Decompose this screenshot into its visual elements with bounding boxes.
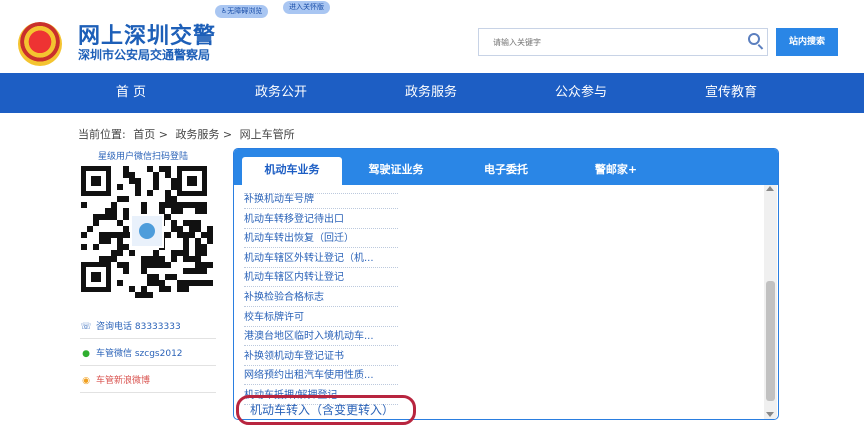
qr-module: [201, 268, 207, 274]
list-item[interactable]: 港澳台地区临时入境机动车...: [244, 328, 398, 347]
vehicle-wechat-text: 车管微信 szcgs2012: [96, 349, 183, 359]
qr-module: [135, 190, 141, 196]
care-mode-button[interactable]: 进入关怀版: [283, 1, 330, 14]
breadcrumb: 当前位置: 首页 > 政务服务 > 网上车管所: [78, 126, 299, 142]
nav-gov-services[interactable]: 政务服务: [366, 73, 496, 113]
list-item[interactable]: 补换检验合格标志: [244, 289, 398, 307]
tab-vehicle[interactable]: 机动车业务: [242, 157, 342, 185]
list-item[interactable]: 机动车转出恢复（回迁）: [244, 230, 398, 249]
qr-finder-pattern: [177, 166, 207, 196]
qr-module: [201, 208, 207, 214]
tab-license[interactable]: 驾驶证业务: [346, 157, 446, 183]
vehicle-wechat: ● 车管微信 szcgs2012: [80, 343, 216, 366]
scroll-thumb[interactable]: [766, 281, 775, 401]
qr-module: [117, 250, 123, 256]
tab-e-entrust[interactable]: 电子委托: [456, 157, 556, 183]
qr-module: [129, 250, 135, 256]
qr-module: [87, 226, 93, 232]
qr-module: [81, 244, 87, 250]
weibo-icon: ◉: [82, 376, 90, 386]
search-input[interactable]: [478, 28, 768, 56]
qr-module: [201, 250, 207, 256]
list-item[interactable]: 网络预约出租汽车使用性质...: [244, 367, 398, 386]
qr-module: [123, 214, 129, 220]
qr-module: [207, 238, 213, 244]
qr-module: [117, 184, 123, 190]
list-item-vehicle-transfer-in[interactable]: 机动车转入（含变更转入）: [250, 401, 394, 418]
qr-module: [123, 196, 129, 202]
qr-module: [93, 220, 99, 226]
qr-module: [105, 238, 111, 244]
nav-gov-affairs[interactable]: 政务公开: [216, 73, 346, 113]
qr-module: [123, 268, 129, 274]
accessibility-button[interactable]: ♿无障碍浏览: [215, 5, 269, 18]
main-nav: 首 页 政务公开 政务服务 公众参与 宣传教育: [0, 73, 864, 113]
list-item[interactable]: 机动车转移登记待出口: [244, 211, 398, 229]
qr-module: [147, 190, 153, 196]
service-tabs: 机动车业务 驾驶证业务 电子委托 警邮家+: [234, 149, 778, 185]
accessibility-label: 无障碍浏览: [227, 7, 263, 15]
breadcrumb-home[interactable]: 首页 >: [133, 128, 168, 141]
qr-module: [165, 232, 171, 238]
qr-module: [165, 262, 171, 268]
vehicle-weibo-link[interactable]: ◉ 车管新浪微博: [80, 370, 216, 393]
nav-publicity[interactable]: 宣传教育: [666, 73, 796, 113]
qr-module: [93, 244, 99, 250]
breadcrumb-services[interactable]: 政务服务 >: [175, 128, 232, 141]
nav-home[interactable]: 首 页: [66, 73, 196, 113]
service-list: 补换机动车号牌 机动车转移登记待出口 机动车转出恢复（回迁） 机动车辖区外转让登记（机…: [234, 185, 764, 419]
qr-module: [177, 208, 183, 214]
tab-police-post[interactable]: 警邮家+: [566, 157, 666, 183]
qr-caption: 星级用户微信扫码登陆: [98, 152, 189, 162]
service-panel: 机动车业务 驾驶证业务 电子委托 警邮家+ 补换机动车号牌 机动车转移登记待出口机…: [233, 148, 779, 420]
phone-icon: ☏: [80, 322, 92, 332]
breadcrumb-label: 当前位置:: [78, 128, 126, 141]
qr-center-logo: [130, 214, 164, 248]
scroll-down-arrow-icon[interactable]: [766, 412, 774, 417]
qr-module: [171, 256, 177, 262]
consult-phone: ☏ 咨询电话 83333333: [80, 316, 216, 339]
qr-finder-pattern: [81, 262, 111, 292]
site-search-button[interactable]: 站内搜索: [776, 28, 838, 56]
qr-module: [183, 286, 189, 292]
list-item[interactable]: 校车标牌许可: [244, 309, 398, 327]
qr-module: [147, 292, 153, 298]
consult-phone-text: 咨询电话 83333333: [96, 322, 181, 332]
qr-module: [117, 280, 123, 286]
police-emblem-logo: [18, 22, 62, 66]
qr-module: [81, 232, 87, 238]
wechat-icon: ●: [82, 349, 90, 359]
qr-module: [81, 202, 87, 208]
list-item[interactable]: 机动车辖区内转让登记: [244, 269, 398, 288]
list-item[interactable]: 补换领机动车登记证书: [244, 348, 398, 366]
site-subtitle: 深圳市公安局交通警察局: [78, 48, 211, 62]
list-item[interactable]: 补换机动车号牌: [244, 191, 398, 209]
search-icon[interactable]: [748, 33, 760, 45]
nav-public-participation[interactable]: 公众参与: [516, 73, 646, 113]
list-scrollbar[interactable]: [764, 185, 777, 419]
qr-module: [165, 286, 171, 292]
qr-module: [153, 184, 159, 190]
breadcrumb-current: 网上车管所: [239, 128, 295, 141]
qr-module: [207, 262, 213, 268]
vehicle-weibo-text: 车管新浪微博: [96, 376, 151, 386]
qr-module: [207, 280, 213, 286]
list-item[interactable]: 机动车辖区外转让登记（机...: [244, 250, 398, 268]
qr-finder-pattern: [81, 166, 111, 196]
scroll-up-arrow-icon[interactable]: [766, 186, 774, 191]
